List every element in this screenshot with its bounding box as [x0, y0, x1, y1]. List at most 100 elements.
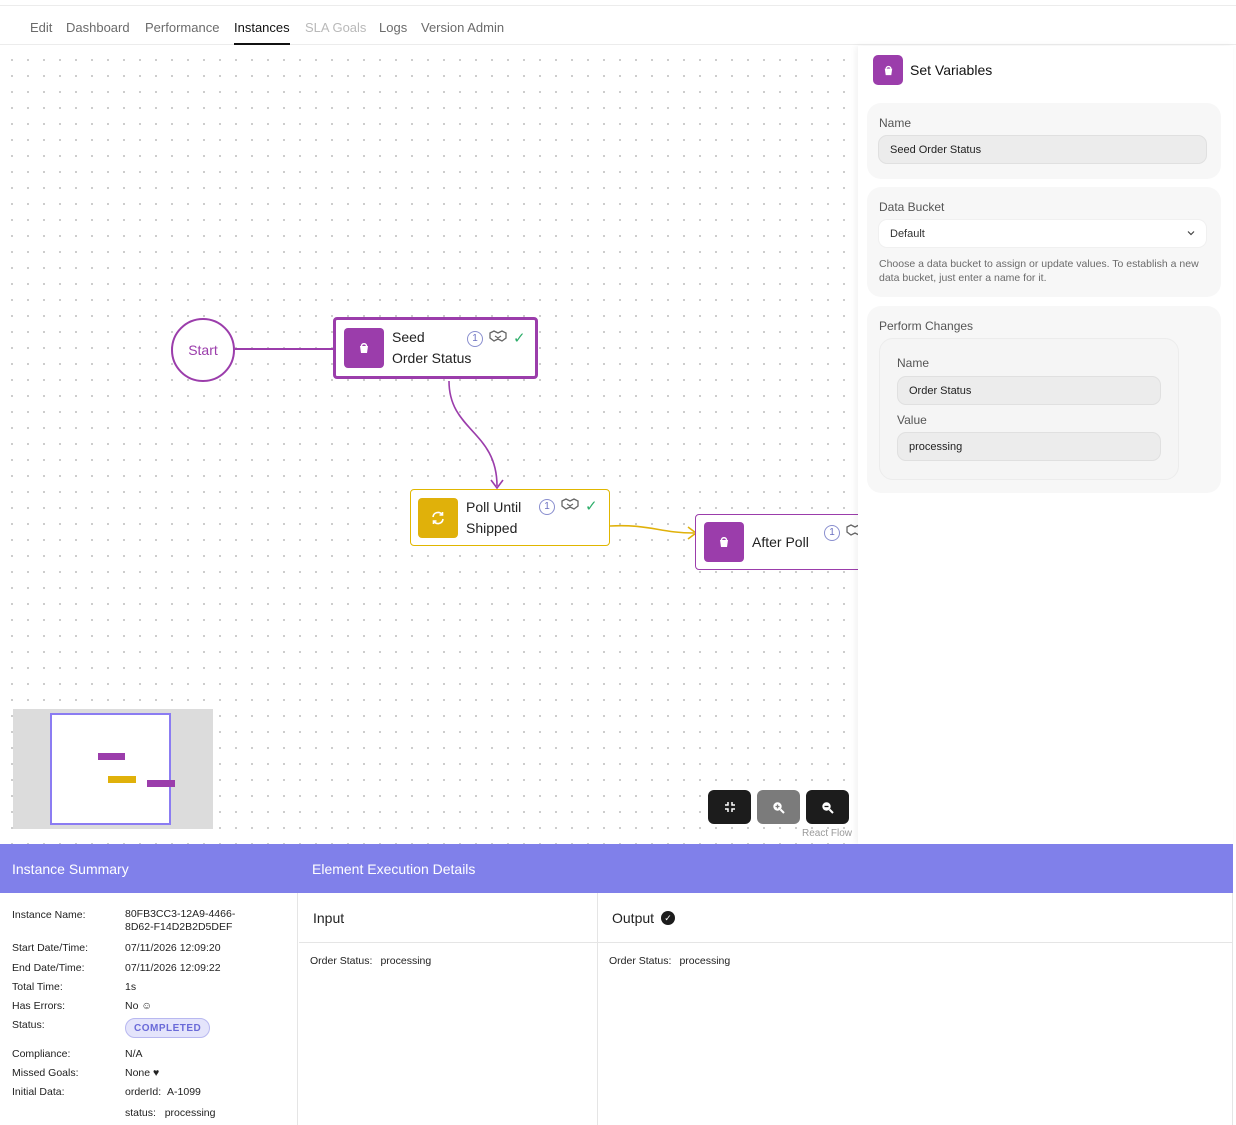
- check-icon: ✓: [585, 497, 598, 515]
- tab-dashboard[interactable]: Dashboard: [66, 20, 130, 35]
- perform-changes-label: Perform Changes: [879, 319, 974, 333]
- change-value-field[interactable]: processing: [897, 432, 1161, 461]
- element-execution-title: Element Execution Details: [312, 861, 476, 877]
- count-badge: 1: [824, 524, 840, 541]
- input-header: Input: [299, 893, 597, 943]
- name-card: Name Seed Order Status: [867, 103, 1221, 179]
- tab-version-admin[interactable]: Version Admin: [421, 20, 504, 35]
- right-divider: [1232, 893, 1233, 1125]
- change-name-field[interactable]: Order Status: [897, 376, 1161, 405]
- edge-poll-after: [609, 524, 695, 534]
- minimap-node: [147, 780, 175, 787]
- fit-view-button[interactable]: [708, 790, 751, 824]
- data-bucket-select[interactable]: Default: [878, 219, 1207, 248]
- node-seed-order-status[interactable]: Seed Order Status 1 ✓: [333, 317, 538, 379]
- change-name-label: Name: [897, 356, 930, 370]
- minimap-viewport[interactable]: [50, 713, 175, 825]
- tab-logs[interactable]: Logs: [379, 20, 407, 35]
- instance-summary-title: Instance Summary: [12, 861, 129, 877]
- node-badges: 1 ✓: [467, 329, 526, 348]
- status-label: Status:: [12, 1019, 45, 1031]
- instance-summary: Instance Name: 80FB3CC3-12A9-4466- 8D62-…: [0, 893, 298, 1125]
- node-label: After Poll: [752, 532, 809, 553]
- perform-changes-card: Perform Changes Name Order Status Value …: [867, 306, 1221, 493]
- instance-name-line1: 80FB3CC3-12A9-4466-: [125, 908, 236, 920]
- initial-key: status:: [125, 1107, 156, 1119]
- minimap-node: [108, 776, 136, 783]
- missed-goals-text: None: [125, 1067, 151, 1079]
- output-key: Order Status:: [609, 955, 672, 967]
- status-badge: COMPLETED: [125, 1018, 211, 1038]
- handshake-icon: [561, 497, 579, 516]
- chevron-down-icon: [1187, 231, 1195, 236]
- output-header: Output ✓: [598, 893, 1232, 943]
- total-time-label: Total Time:: [12, 981, 63, 993]
- change-item: Name Order Status Value processing: [879, 338, 1179, 480]
- zoom-in-button[interactable]: [757, 790, 800, 824]
- missed-goals-label: Missed Goals:: [12, 1067, 79, 1079]
- count-badge: 1: [467, 330, 483, 347]
- refresh-icon: [418, 497, 458, 538]
- has-errors-label: Has Errors:: [12, 1000, 66, 1012]
- panel-title: Set Variables: [910, 62, 993, 78]
- instance-name-line2: 8D62-F14D2B2D5DEF: [125, 921, 233, 933]
- zoom-out-button[interactable]: [806, 790, 849, 824]
- instance-name-label: Instance Name:: [12, 909, 86, 921]
- tab-bar: Edit Dashboard Performance Instances SLA…: [0, 6, 1236, 45]
- node-label-line1: Seed: [392, 329, 425, 345]
- missed-goals-value: None ♥: [125, 1067, 159, 1080]
- tab-performance[interactable]: Performance: [145, 20, 219, 35]
- count-badge: 1: [539, 498, 555, 515]
- output-panel: Output ✓ Order Status: processing: [598, 893, 1232, 1125]
- initial-value: A-1099: [167, 1086, 201, 1098]
- flow-canvas[interactable]: Start Seed Order Status 1 ✓ Poll Until S…: [0, 46, 858, 844]
- start-value: 07/11/2026 12:09:20: [125, 942, 221, 954]
- instance-name-value: 80FB3CC3-12A9-4466- 8D62-F14D2B2D5DEF: [125, 908, 235, 934]
- bucket-icon: [344, 328, 384, 368]
- name-field[interactable]: Seed Order Status: [878, 135, 1207, 164]
- output-title-wrap: Output ✓: [612, 910, 676, 926]
- compress-icon: [724, 802, 735, 812]
- input-panel: Input Order Status: processing: [299, 893, 598, 1125]
- handshake-icon: [846, 523, 858, 542]
- initial-value: processing: [164, 1107, 216, 1119]
- end-value: 07/11/2026 12:09:22: [125, 962, 221, 974]
- data-bucket-hint: Choose a data bucket to assign or update…: [879, 258, 1199, 284]
- zoom-in-icon: [773, 801, 785, 814]
- node-poll-until-shipped[interactable]: Poll Until Shipped 1 ✓: [410, 489, 610, 546]
- panel-header: Set Variables: [873, 55, 992, 85]
- node-after-poll[interactable]: After Poll 1: [695, 514, 858, 570]
- heart-icon: ♥: [153, 1067, 160, 1079]
- properties-panel: Set Variables Name Seed Order Status Dat…: [858, 46, 1233, 844]
- minimap[interactable]: [13, 709, 213, 829]
- output-value: processing: [679, 955, 731, 967]
- change-value-label: Value: [897, 413, 927, 427]
- input-value: processing: [380, 955, 432, 967]
- edge-seed-poll: [448, 380, 498, 487]
- output-row: Order Status: processing: [609, 955, 730, 967]
- check-circle-icon: ✓: [661, 911, 676, 925]
- initial-data-row-2: status: processing: [125, 1107, 215, 1120]
- has-errors-text: No: [125, 1000, 139, 1012]
- node-label: Seed Order Status: [392, 327, 471, 369]
- handshake-icon: [489, 329, 507, 348]
- start-label: Start: [188, 342, 218, 358]
- tab-instances[interactable]: Instances: [234, 20, 290, 45]
- data-bucket-value: Default: [890, 227, 925, 240]
- output-title: Output: [612, 910, 655, 926]
- tab-edit[interactable]: Edit: [30, 20, 52, 35]
- smiley-icon: ☺: [141, 1000, 153, 1012]
- initial-key: orderId:: [125, 1086, 162, 1098]
- compliance-value: N/A: [125, 1048, 143, 1060]
- node-label-line2: Shipped: [466, 519, 518, 536]
- minimap-node: [98, 753, 125, 760]
- zoom-out-icon: [822, 801, 834, 814]
- initial-data-row-1: orderId: A-1099: [125, 1086, 201, 1099]
- start-label: Start Date/Time:: [12, 942, 89, 954]
- bucket-icon: [873, 55, 903, 85]
- react-flow-attribution[interactable]: React Flow: [802, 828, 852, 839]
- bucket-icon: [704, 522, 744, 562]
- tab-sla-goals: SLA Goals: [305, 20, 367, 35]
- node-label-line1: After Poll: [752, 533, 809, 550]
- start-node[interactable]: Start: [171, 318, 235, 382]
